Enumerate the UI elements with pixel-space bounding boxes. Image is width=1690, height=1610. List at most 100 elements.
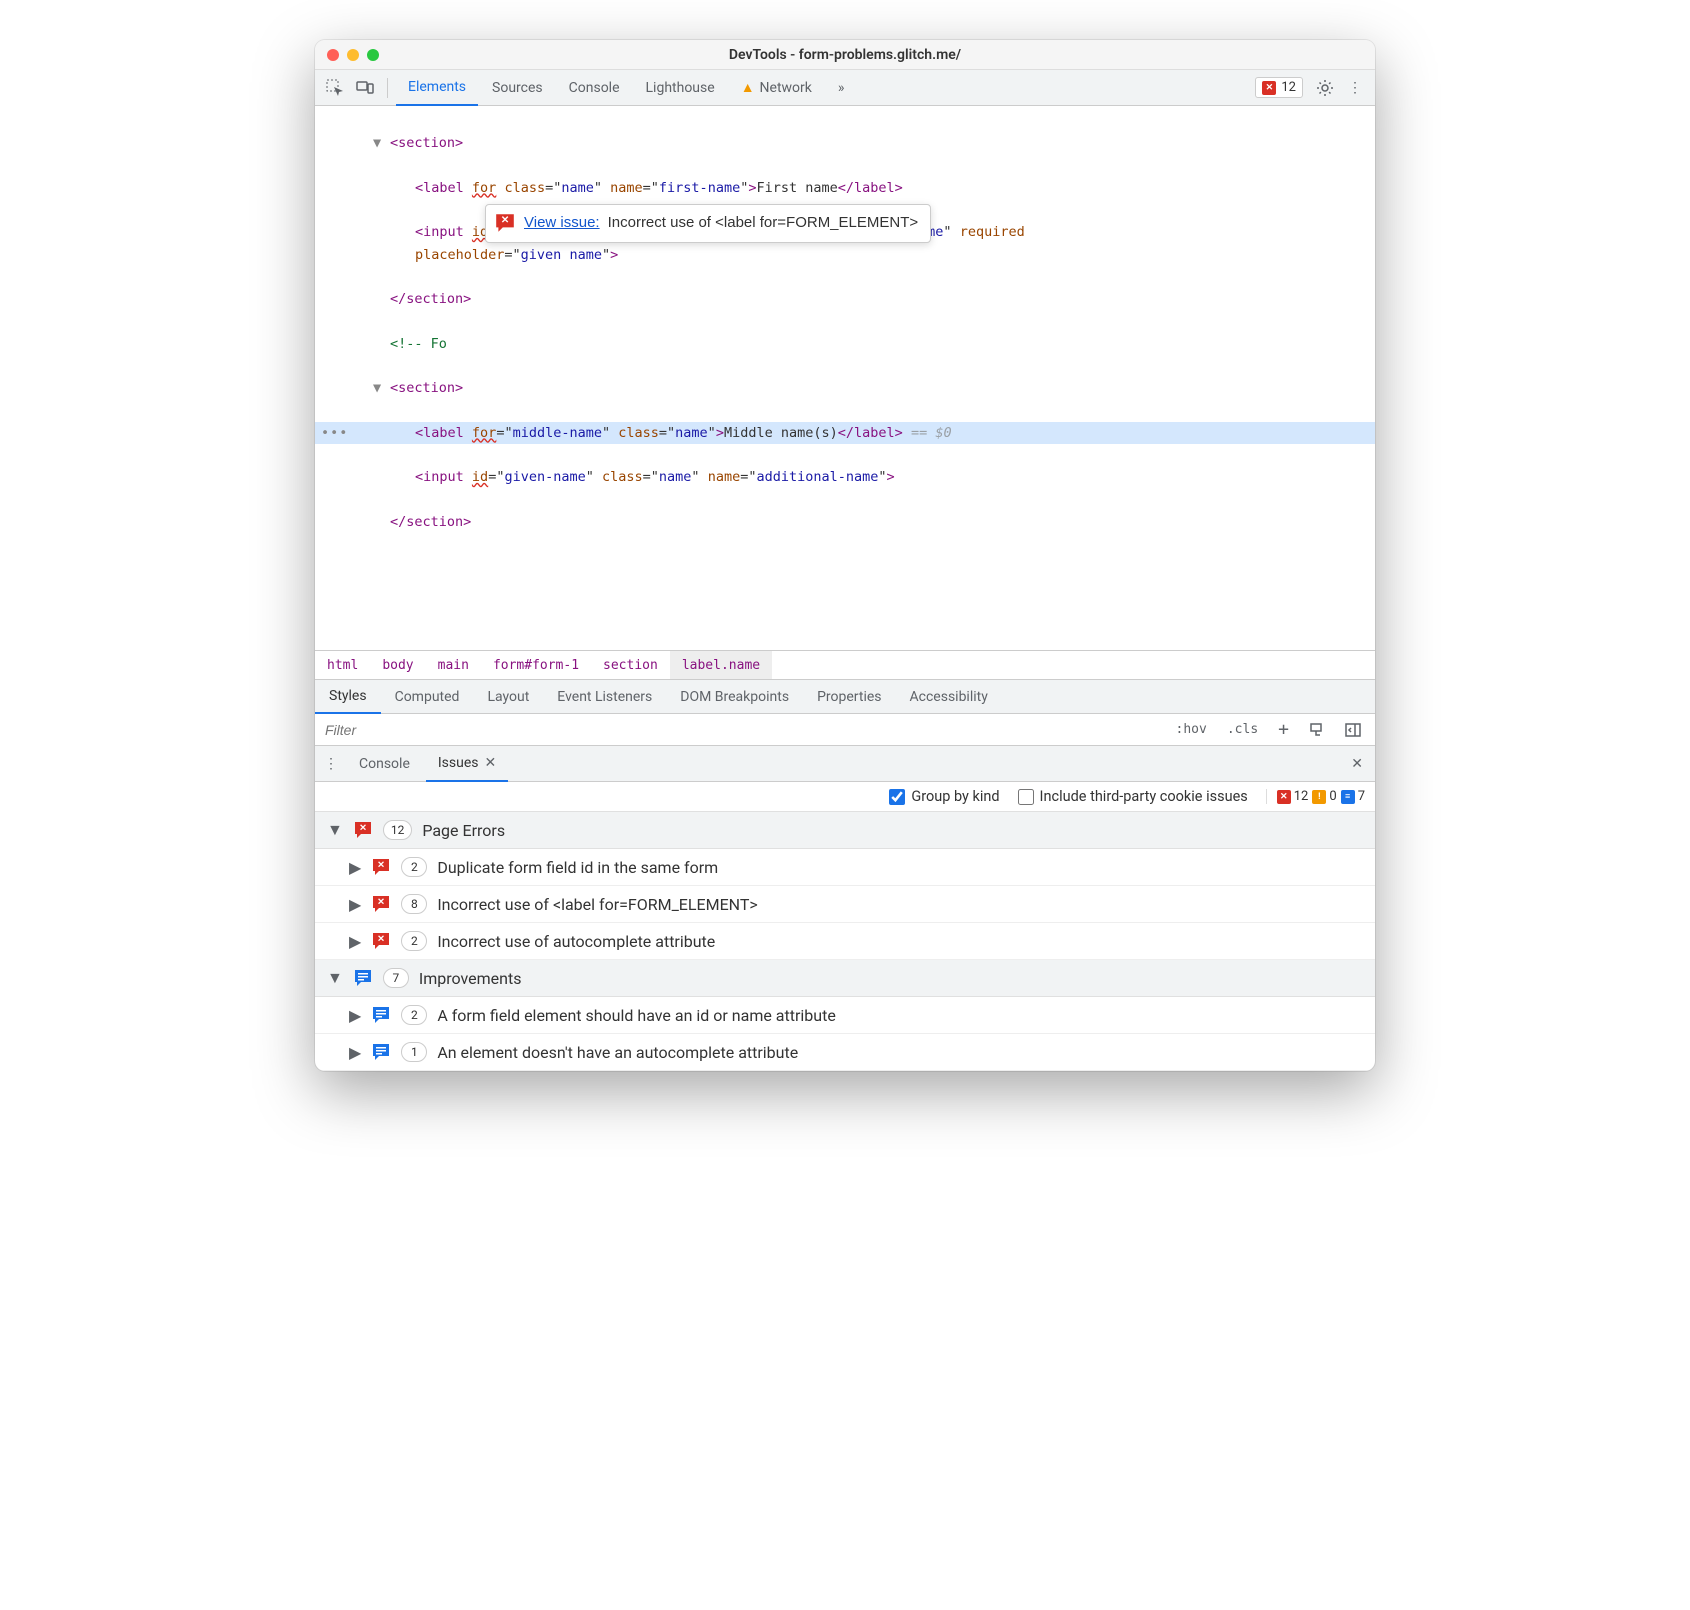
error-icon: ✕: [1277, 790, 1291, 804]
subtab-accessibility[interactable]: Accessibility: [896, 680, 1002, 713]
crumb-html[interactable]: html: [315, 651, 370, 679]
toggle-sidebar-icon[interactable]: [1339, 722, 1367, 738]
close-window-button[interactable]: [327, 49, 339, 61]
window-title: DevTools - form-problems.glitch.me/: [327, 47, 1363, 63]
tab-network-label: Network: [760, 80, 812, 96]
issue-counts: ✕12 !0 ≡7: [1266, 789, 1365, 804]
group-count: 7: [383, 968, 409, 988]
tab-network[interactable]: ▲ Network: [729, 70, 824, 106]
subtab-layout[interactable]: Layout: [473, 680, 543, 713]
crumb-section[interactable]: section: [591, 651, 670, 679]
chevron-right-icon[interactable]: ▶: [349, 1043, 361, 1062]
issue-group-header-improvements[interactable]: ▼ 7 Improvements: [315, 960, 1375, 997]
third-party-checkbox[interactable]: Include third-party cookie issues: [1018, 788, 1248, 805]
tab-elements[interactable]: Elements: [396, 70, 478, 106]
gutter-menu-icon[interactable]: •••: [321, 422, 348, 444]
error-badge[interactable]: ✕ 12: [1255, 77, 1303, 98]
selected-dom-node[interactable]: •••<label for="middle-name" class="name"…: [315, 422, 1375, 444]
more-tabs-button[interactable]: »: [826, 70, 857, 106]
drawer-tabs: ⋮ Console Issues ✕ ✕: [315, 746, 1375, 782]
issue-text: Incorrect use of autocomplete attribute: [437, 932, 715, 951]
chevron-right-icon[interactable]: ▶: [349, 1006, 361, 1025]
group-title: Improvements: [419, 969, 522, 988]
kebab-menu-icon[interactable]: ⋮: [1341, 74, 1369, 102]
subtab-computed[interactable]: Computed: [381, 680, 474, 713]
cls-toggle[interactable]: .cls: [1221, 722, 1264, 737]
chevron-right-icon[interactable]: ▶: [349, 858, 361, 877]
chevron-right-icon[interactable]: ▶: [349, 932, 361, 951]
crumb-label[interactable]: label.name: [670, 651, 772, 679]
group-by-kind-input[interactable]: [889, 789, 905, 805]
filter-input[interactable]: [315, 722, 1162, 738]
drawer-menu-icon[interactable]: ⋮: [319, 756, 343, 772]
close-drawer-icon[interactable]: ✕: [1343, 756, 1371, 772]
minimize-window-button[interactable]: [347, 49, 359, 61]
drawer-tab-issues-label: Issues: [438, 755, 479, 771]
error-icon: ✕: [1262, 81, 1276, 95]
issue-text: A form field element should have an id o…: [437, 1006, 836, 1025]
maximize-window-button[interactable]: [367, 49, 379, 61]
error-speech-icon: ✕: [371, 931, 391, 951]
warning-icon: !: [1312, 790, 1326, 804]
issue-row[interactable]: ▶ 1 An element doesn't have an autocompl…: [315, 1034, 1375, 1071]
issue-count: 2: [401, 1005, 427, 1025]
styles-filter-bar: :hov .cls +: [315, 714, 1375, 746]
issue-row[interactable]: ▶ ✕ 8 Incorrect use of <label for=FORM_E…: [315, 886, 1375, 923]
subtab-properties[interactable]: Properties: [803, 680, 895, 713]
issue-text: Incorrect use of <label for=FORM_ELEMENT…: [437, 895, 757, 914]
tooltip-text: Incorrect use of <label for=FORM_ELEMENT…: [608, 211, 919, 236]
drawer: ⋮ Console Issues ✕ ✕ Group by kind Inclu…: [315, 746, 1375, 1071]
issue-row[interactable]: ▶ ✕ 2 Duplicate form field id in the sam…: [315, 849, 1375, 886]
breadcrumb: html body main form#form-1 section label…: [315, 650, 1375, 680]
new-style-rule-icon[interactable]: +: [1272, 719, 1295, 740]
chevron-right-icon[interactable]: ▶: [349, 895, 361, 914]
issue-text: An element doesn't have an autocomplete …: [437, 1043, 798, 1062]
crumb-form[interactable]: form#form-1: [481, 651, 591, 679]
error-speech-icon: ✕: [494, 212, 516, 234]
tab-console[interactable]: Console: [557, 70, 632, 106]
devtools-window: DevTools - form-problems.glitch.me/ Elem…: [315, 40, 1375, 1071]
subtab-event-listeners[interactable]: Event Listeners: [543, 680, 666, 713]
settings-gear-icon[interactable]: [1311, 74, 1339, 102]
error-count: 12: [1281, 80, 1296, 95]
subtab-styles[interactable]: Styles: [315, 680, 381, 714]
view-issue-link[interactable]: View issue:: [524, 211, 600, 236]
crumb-body[interactable]: body: [370, 651, 425, 679]
error-speech-icon: ✕: [371, 857, 391, 877]
info-speech-icon: [371, 1005, 391, 1025]
issue-row[interactable]: ▶ ✕ 2 Incorrect use of autocomplete attr…: [315, 923, 1375, 960]
titlebar: DevTools - form-problems.glitch.me/: [315, 40, 1375, 70]
issue-text: Duplicate form field id in the same form: [437, 858, 718, 877]
tab-sources[interactable]: Sources: [480, 70, 555, 106]
warning-icon: ▲: [741, 79, 755, 96]
issue-count: 8: [401, 894, 427, 914]
device-toggle-icon[interactable]: [351, 74, 379, 102]
tag-name: section: [398, 135, 455, 151]
group-count: 12: [383, 820, 413, 840]
info-speech-icon: [371, 1042, 391, 1062]
chevron-down-icon[interactable]: ▼: [327, 968, 343, 988]
chevron-down-icon[interactable]: ▼: [327, 820, 343, 840]
separator: [387, 78, 388, 98]
issues-options: Group by kind Include third-party cookie…: [315, 782, 1375, 812]
subtab-dom-breakpoints[interactable]: DOM Breakpoints: [666, 680, 803, 713]
issue-row[interactable]: ▶ 2 A form field element should have an …: [315, 997, 1375, 1034]
third-party-input[interactable]: [1018, 789, 1034, 805]
issue-count: 2: [401, 931, 427, 951]
issue-group-header-errors[interactable]: ▼ ✕ 12 Page Errors: [315, 812, 1375, 849]
paint-icon[interactable]: [1303, 722, 1331, 738]
drawer-tab-console[interactable]: Console: [347, 746, 422, 782]
issue-count: 2: [401, 857, 427, 877]
hov-toggle[interactable]: :hov: [1170, 722, 1213, 737]
inspect-element-icon[interactable]: [321, 74, 349, 102]
info-icon: ≡: [1341, 790, 1355, 804]
dom-tree[interactable]: ▼<section> <label for class="name" name=…: [315, 106, 1375, 650]
drawer-tab-issues[interactable]: Issues ✕: [426, 746, 508, 782]
tab-lighthouse[interactable]: Lighthouse: [634, 70, 727, 106]
traffic-lights: [327, 49, 379, 61]
close-tab-icon[interactable]: ✕: [485, 755, 497, 771]
crumb-main[interactable]: main: [426, 651, 481, 679]
main-toolbar: Elements Sources Console Lighthouse ▲ Ne…: [315, 70, 1375, 106]
group-by-kind-checkbox[interactable]: Group by kind: [889, 788, 999, 805]
group-title: Page Errors: [422, 821, 505, 840]
